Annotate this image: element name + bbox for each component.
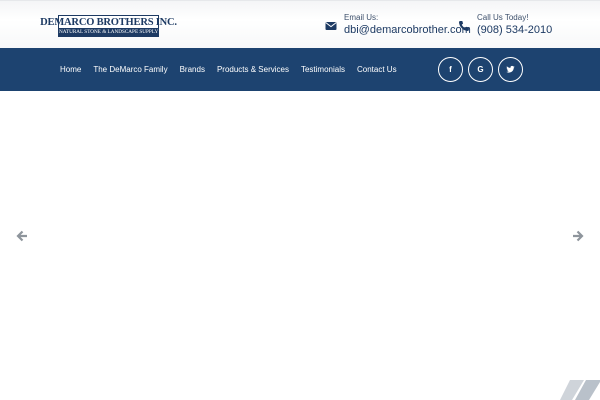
nav-item-demarco-family[interactable]: The DeMarco Family — [93, 65, 167, 74]
twitter-icon[interactable] — [498, 57, 523, 82]
facebook-glyph: f — [449, 65, 452, 74]
decorative-stripes — [560, 380, 600, 400]
email-value[interactable]: dbi@demarcobrother.com — [344, 23, 471, 37]
nav-item-contact-us[interactable]: Contact Us — [357, 65, 397, 74]
nav-item-testimonials[interactable]: Testimonials — [301, 65, 345, 74]
phone-text-block: Call Us Today! (908) 534-2010 — [477, 13, 552, 37]
nav-item-home[interactable]: Home — [60, 65, 81, 74]
email-text-block: Email Us: dbi@demarcobrother.com — [344, 13, 471, 37]
arrow-right-icon[interactable] — [572, 230, 584, 242]
logo-sub-text: NATURAL STONE & LANDSCAPE SUPPLY — [59, 27, 159, 36]
social-links: f G — [438, 57, 528, 82]
phone-icon — [459, 21, 469, 31]
twitter-bird-icon — [506, 65, 515, 73]
nav-item-products-services[interactable]: Products & Services — [217, 65, 289, 74]
hero-slider — [0, 91, 600, 400]
company-logo[interactable]: DEMARCO BROTHERS INC. NATURAL STONE & LA… — [40, 15, 177, 37]
envelope-icon — [325, 22, 337, 30]
arrow-left-icon[interactable] — [16, 230, 28, 242]
main-nav: Home The DeMarco Family Brands Products … — [60, 48, 409, 91]
google-glyph: G — [477, 65, 484, 74]
phone-contact[interactable]: Call Us Today! (908) 534-2010 — [458, 13, 552, 37]
email-contact[interactable]: Email Us: dbi@demarcobrother.com — [325, 13, 471, 37]
top-header: DEMARCO BROTHERS INC. NATURAL STONE & LA… — [0, 0, 600, 48]
facebook-icon[interactable]: f — [438, 57, 463, 82]
phone-label: Call Us Today! — [477, 13, 529, 22]
phone-value[interactable]: (908) 534-2010 — [477, 23, 552, 37]
nav-item-brands[interactable]: Brands — [180, 65, 205, 74]
email-label: Email Us: — [344, 13, 379, 22]
logo-main-text: DEMARCO BROTHERS INC. — [40, 16, 177, 28]
google-icon[interactable]: G — [468, 57, 493, 82]
